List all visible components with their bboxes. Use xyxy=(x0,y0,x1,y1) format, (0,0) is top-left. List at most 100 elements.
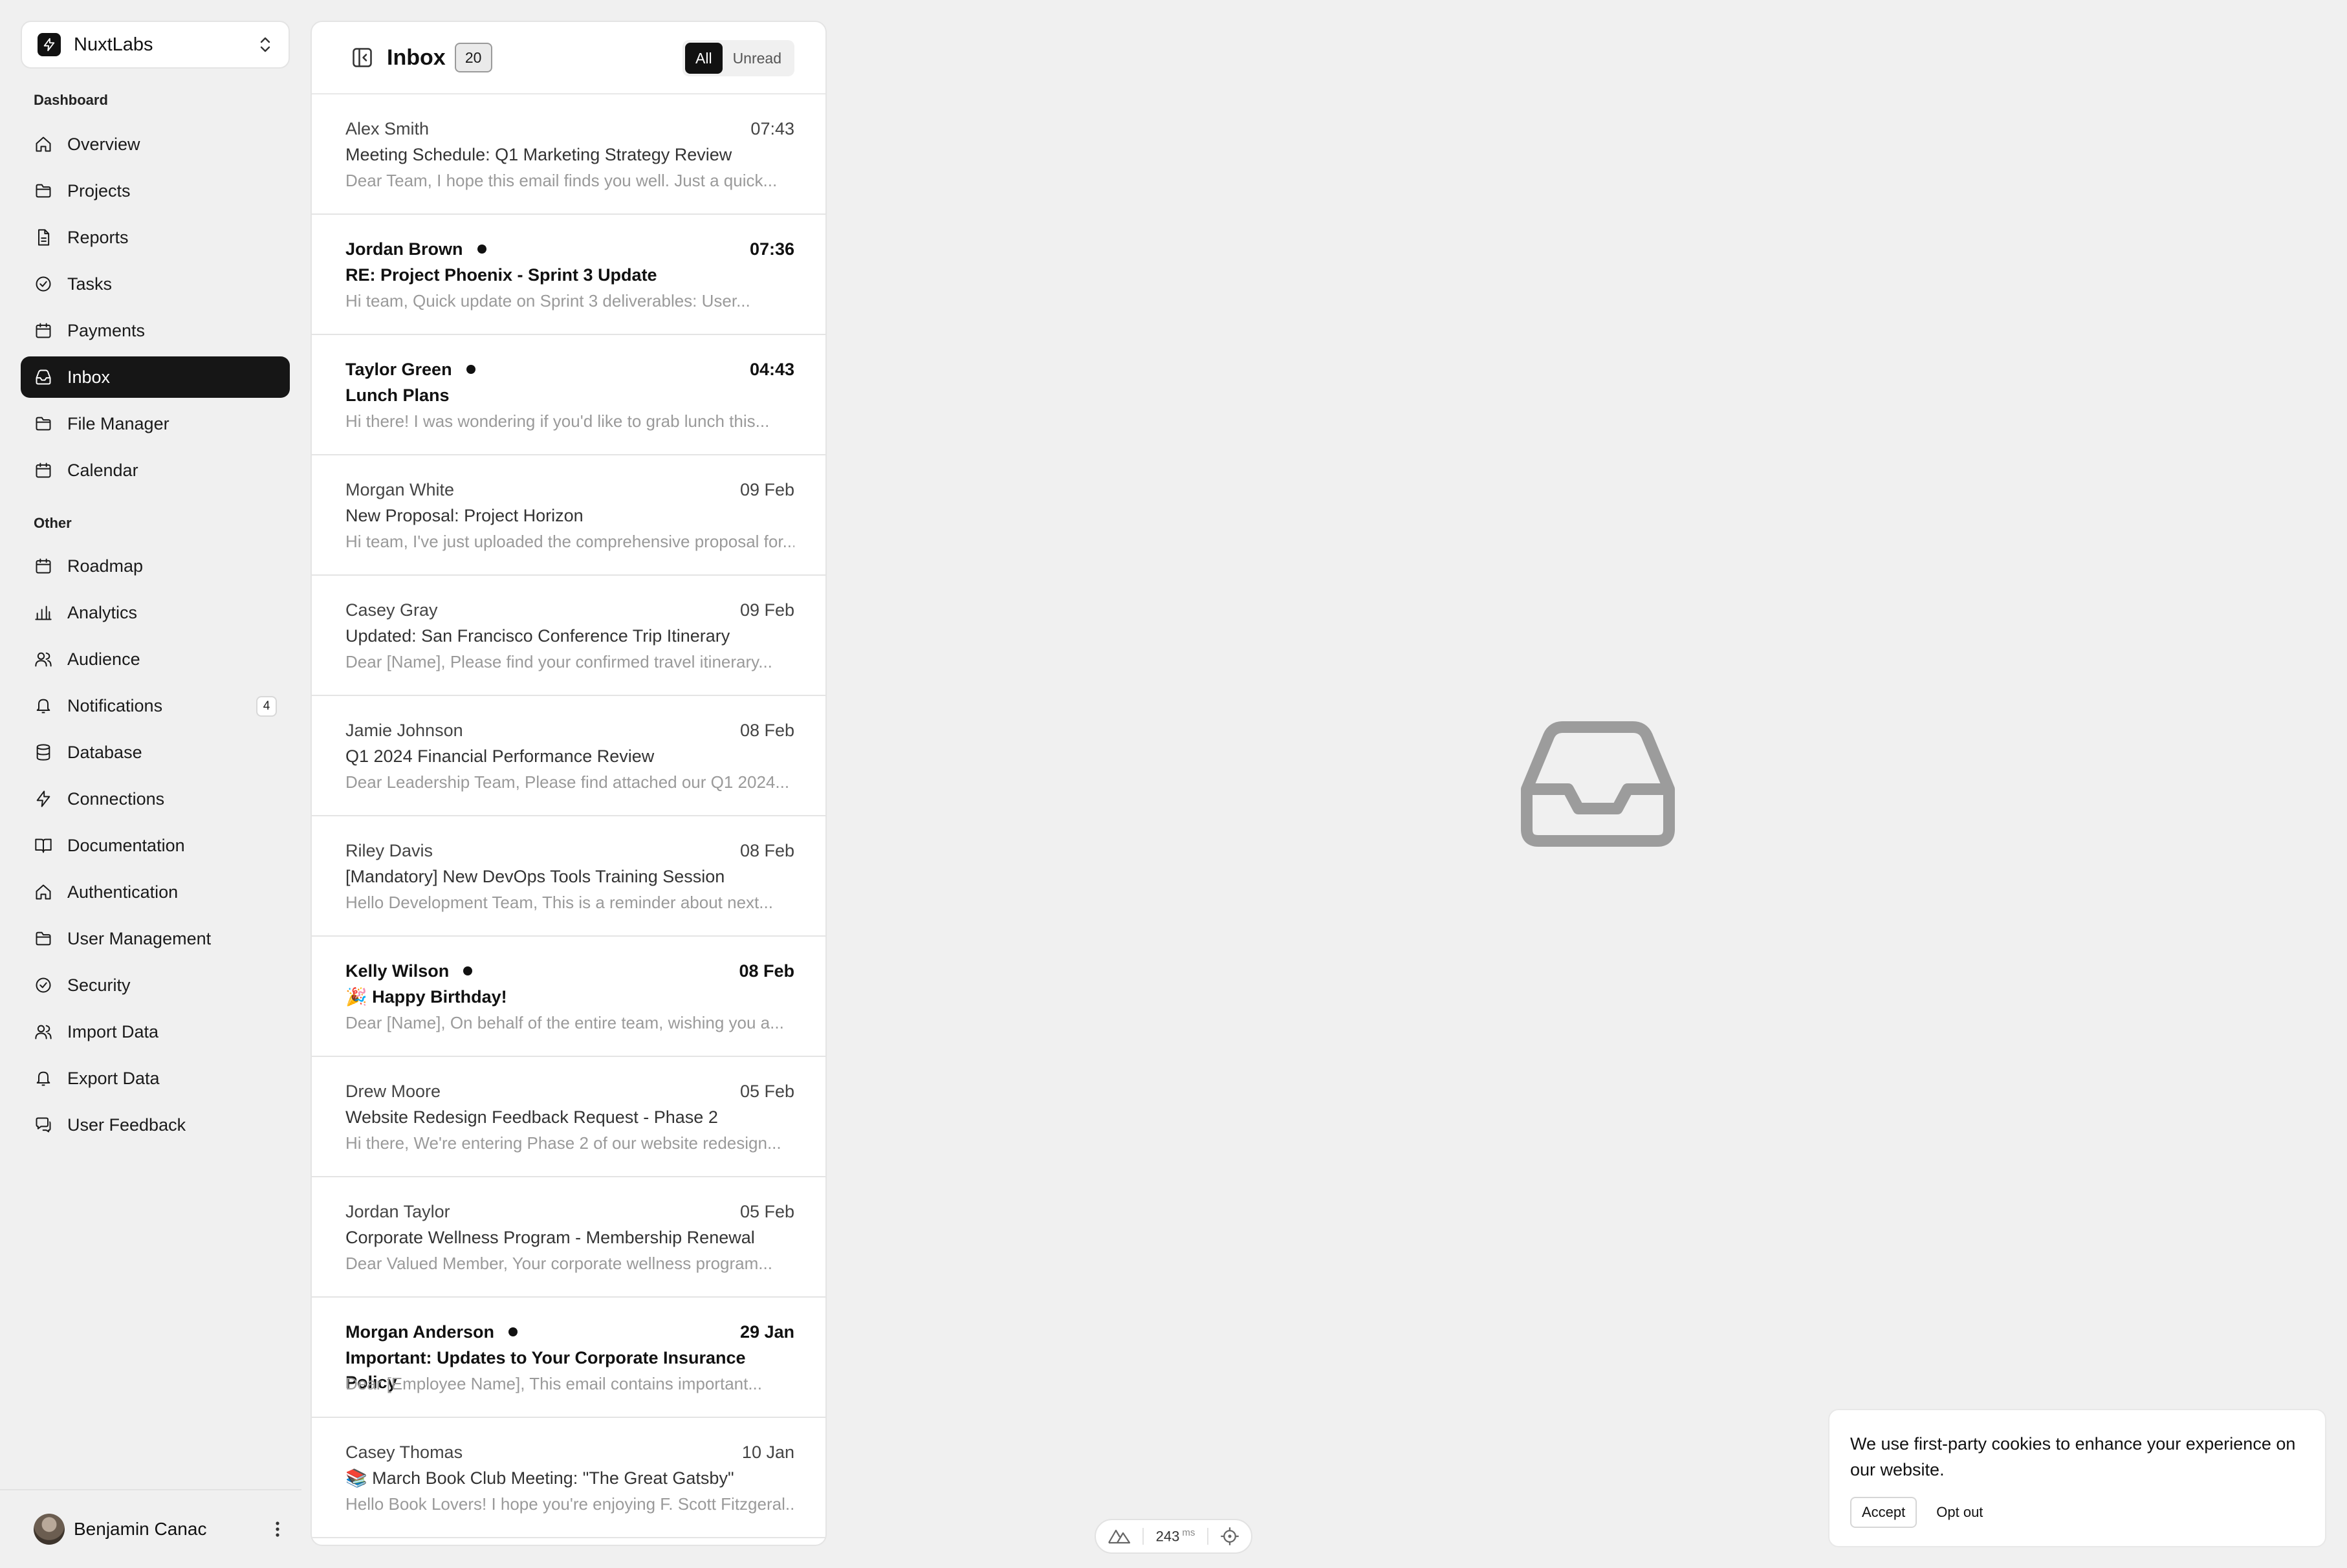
mail-time: 08 Feb xyxy=(739,840,794,860)
inbox-header: Inbox 20 All Unread xyxy=(312,22,825,94)
sidebar-item-notifications[interactable]: Notifications 4 xyxy=(21,685,290,726)
tab-unread[interactable]: Unread xyxy=(723,43,792,74)
list-item[interactable]: Kelly Wilson 08 Feb 🎉 Happy Birthday! Dear … xyxy=(312,937,825,1057)
sidebar-item-import-data[interactable]: Import Data xyxy=(21,1011,290,1052)
sidebar-item-user-feedback[interactable]: User Feedback xyxy=(21,1104,290,1146)
mail-subject: New Proposal: Project Horizon xyxy=(345,506,584,525)
collapse-sidebar-icon[interactable] xyxy=(351,46,374,69)
mail-subject: Q1 2024 Financial Performance Review xyxy=(345,746,655,766)
page-title: Inbox xyxy=(387,45,446,70)
mail-preview: Hi there, We're entering Phase 2 of our … xyxy=(345,1133,781,1153)
bar-chart-icon xyxy=(34,603,53,622)
list-item[interactable]: Casey Gray 09 Feb Updated: San Francisco C… xyxy=(312,576,825,696)
mail-preview: Hi team, I've just uploaded the comprehe… xyxy=(345,532,794,551)
mail-sender: Casey Thomas xyxy=(345,1442,463,1462)
empty-inbox-icon xyxy=(1520,721,1676,847)
opt-out-button[interactable]: Opt out xyxy=(1936,1504,1983,1521)
cookie-message: We use first-party cookies to enhance yo… xyxy=(1850,1434,2296,1479)
inbox-icon xyxy=(34,367,53,387)
nuxt-devtools-pill[interactable]: 243 ms xyxy=(1095,1519,1252,1554)
mail-sender: Kelly Wilson xyxy=(345,961,450,981)
sidebar-item-file-manager[interactable]: File Manager xyxy=(21,403,290,444)
other-section-label: Other xyxy=(34,515,72,531)
mail-subject: Corporate Wellness Program - Membership … xyxy=(345,1228,755,1247)
mail-sender: Taylor Green xyxy=(345,359,452,379)
avatar xyxy=(34,1514,65,1545)
mail-preview: Dear Leadership Team, Please find attach… xyxy=(345,772,790,792)
home-icon xyxy=(34,135,53,154)
bell-icon xyxy=(34,696,53,715)
mail-preview: Dear [Name], Please find your confirmed … xyxy=(345,652,772,671)
more-vertical-icon[interactable] xyxy=(274,1519,281,1539)
divider xyxy=(1142,1528,1144,1545)
list-item[interactable]: Jordan Taylor 05 Feb Corporate Wellness Pr… xyxy=(312,1177,825,1298)
sidebar-item-label: Calendar xyxy=(67,460,138,480)
sidebar-item-audience[interactable]: Audience xyxy=(21,638,290,680)
home-icon xyxy=(34,882,53,902)
list-item[interactable]: Drew Moore 05 Feb Website Redesign Feedbac… xyxy=(312,1057,825,1177)
users-icon xyxy=(34,1022,53,1041)
unread-dot-icon xyxy=(508,1327,518,1336)
accept-button[interactable]: Accept xyxy=(1850,1497,1917,1528)
list-item[interactable]: Morgan White 09 Feb New Proposal: Project … xyxy=(312,455,825,576)
user-name: Benjamin Canac xyxy=(74,1519,207,1539)
sidebar-item-connections[interactable]: Connections xyxy=(21,778,290,820)
list-item[interactable]: Taylor Green 04:43 Lunch Plans Hi there! I … xyxy=(312,335,825,455)
user-menu[interactable]: Benjamin Canac xyxy=(0,1489,301,1568)
team-switcher[interactable]: NuxtLabs xyxy=(21,21,290,69)
sidebar-item-tasks[interactable]: Tasks xyxy=(21,263,290,305)
folder-icon xyxy=(34,181,53,201)
sidebar-item-label: Payments xyxy=(67,320,146,340)
sidebar-item-documentation[interactable]: Documentation xyxy=(21,825,290,866)
inbox-count-badge: 20 xyxy=(454,43,492,72)
users-icon xyxy=(34,649,53,669)
nuxtlabs-logo-icon xyxy=(38,33,61,56)
mail-time: 05 Feb xyxy=(739,1201,794,1221)
sidebar-item-label: Overview xyxy=(67,134,140,154)
sidebar-item-label: Import Data xyxy=(67,1021,159,1041)
sidebar-item-roadmap[interactable]: Roadmap xyxy=(21,545,290,587)
sidebar-item-database[interactable]: Database xyxy=(21,732,290,773)
sidebar-item-security[interactable]: Security xyxy=(21,964,290,1006)
sidebar-item-label: File Manager xyxy=(67,413,169,433)
sidebar-item-export-data[interactable]: Export Data xyxy=(21,1058,290,1099)
sidebar-item-inbox[interactable]: Inbox xyxy=(21,356,290,398)
sidebar-item-calendar[interactable]: Calendar xyxy=(21,450,290,491)
sidebar-item-projects[interactable]: Projects xyxy=(21,170,290,212)
sidebar-item-user-management[interactable]: User Management xyxy=(21,918,290,959)
inspect-target-icon[interactable] xyxy=(1220,1527,1239,1546)
tab-all[interactable]: All xyxy=(685,43,723,74)
mail-list: Alex Smith 07:43 Meeting Schedule: Q1 Mark… xyxy=(312,94,825,1538)
check-circle-icon xyxy=(34,975,53,995)
dashboard-section-label: Dashboard xyxy=(34,92,108,108)
sidebar-item-overview[interactable]: Overview xyxy=(21,124,290,165)
list-item[interactable]: Riley Davis 08 Feb [Mandatory] New DevOps … xyxy=(312,816,825,937)
mail-time: 07:43 xyxy=(750,118,794,138)
mail-time: 09 Feb xyxy=(739,600,794,620)
notification-count-badge: 4 xyxy=(256,696,277,717)
unread-dot-icon xyxy=(466,365,475,374)
sidebar-item-label: Tasks xyxy=(67,274,113,294)
list-item[interactable]: Jamie Johnson 08 Feb Q1 2024 Financial Per… xyxy=(312,696,825,816)
sidebar-item-analytics[interactable]: Analytics xyxy=(21,592,290,633)
list-item[interactable]: Morgan Anderson 29 Jan Important: Updates … xyxy=(312,1298,825,1418)
mail-preview: Hi team, Quick update on Sprint 3 delive… xyxy=(345,291,750,310)
sidebar-item-label: Inbox xyxy=(67,367,111,387)
sidebar-item-payments[interactable]: Payments xyxy=(21,310,290,351)
filter-tabs: All Unread xyxy=(682,40,794,76)
list-item[interactable]: Casey Thomas 10 Jan 📚 March Book Club Meet… xyxy=(312,1418,825,1538)
folder-icon xyxy=(34,929,53,948)
nuxt-logo-icon[interactable] xyxy=(1108,1528,1131,1545)
sidebar-item-authentication[interactable]: Authentication xyxy=(21,871,290,913)
sidebar-item-label: Reports xyxy=(67,227,129,247)
unread-dot-icon xyxy=(463,966,473,975)
list-item[interactable]: Alex Smith 07:43 Meeting Schedule: Q1 Mark… xyxy=(312,94,825,215)
mail-subject: 🎉 Happy Birthday! xyxy=(345,987,507,1007)
calendar-icon xyxy=(34,461,53,480)
mail-subject: Lunch Plans xyxy=(345,386,450,405)
unread-dot-icon xyxy=(477,245,486,254)
list-item[interactable]: Jordan Brown 07:36 RE: Project Phoenix - S… xyxy=(312,215,825,335)
sidebar-item-reports[interactable]: Reports xyxy=(21,217,290,258)
sidebar-item-label: User Management xyxy=(67,928,212,948)
bolt-icon xyxy=(34,789,53,809)
